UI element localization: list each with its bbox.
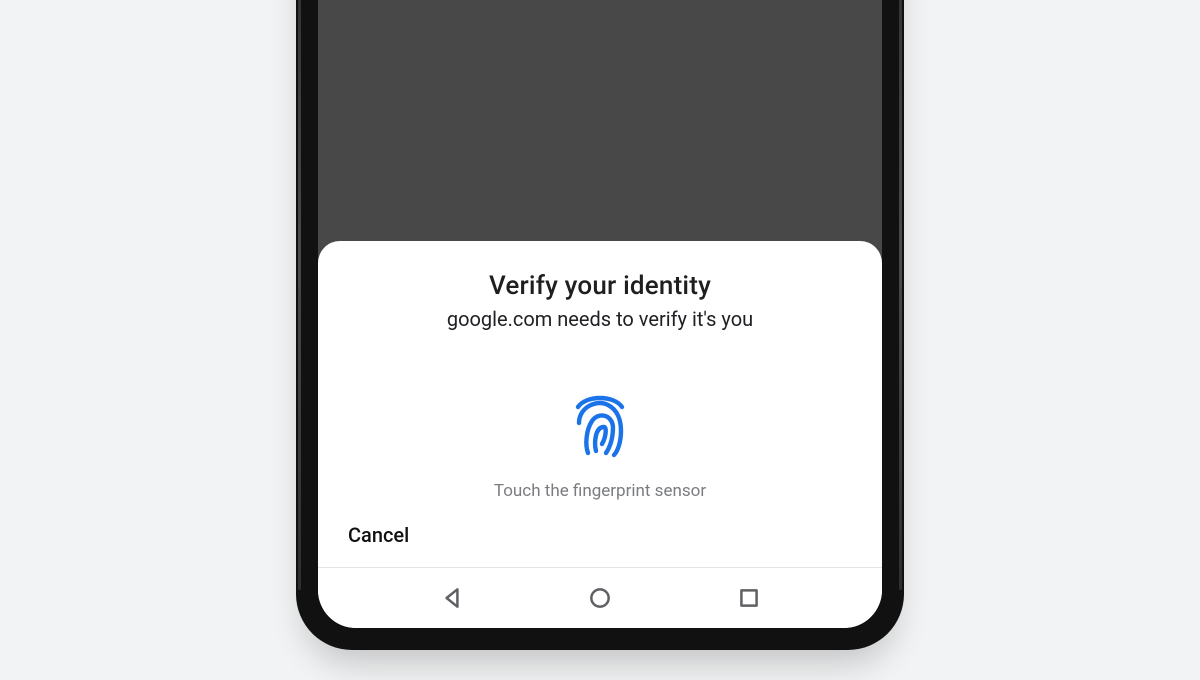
fingerprint-hint: Touch the fingerprint sensor [494,481,706,501]
back-triangle-icon [439,585,465,611]
phone-frame: Verify your identity google.com needs to… [296,0,904,650]
cancel-button[interactable]: Cancel [318,501,439,567]
nav-back-button[interactable] [437,583,467,613]
nav-recents-button[interactable] [734,583,764,613]
nav-home-button[interactable] [585,583,615,613]
recents-square-icon [736,585,762,611]
fingerprint-icon [564,389,636,465]
home-circle-icon [587,585,613,611]
biometric-dialog: Verify your identity google.com needs to… [318,241,882,628]
phone-bezel: Verify your identity google.com needs to… [296,0,904,650]
dialog-subtitle: google.com needs to verify it's you [447,307,753,331]
phone-screen: Verify your identity google.com needs to… [318,0,882,628]
dialog-title: Verify your identity [489,271,711,301]
system-navbar [318,568,882,628]
